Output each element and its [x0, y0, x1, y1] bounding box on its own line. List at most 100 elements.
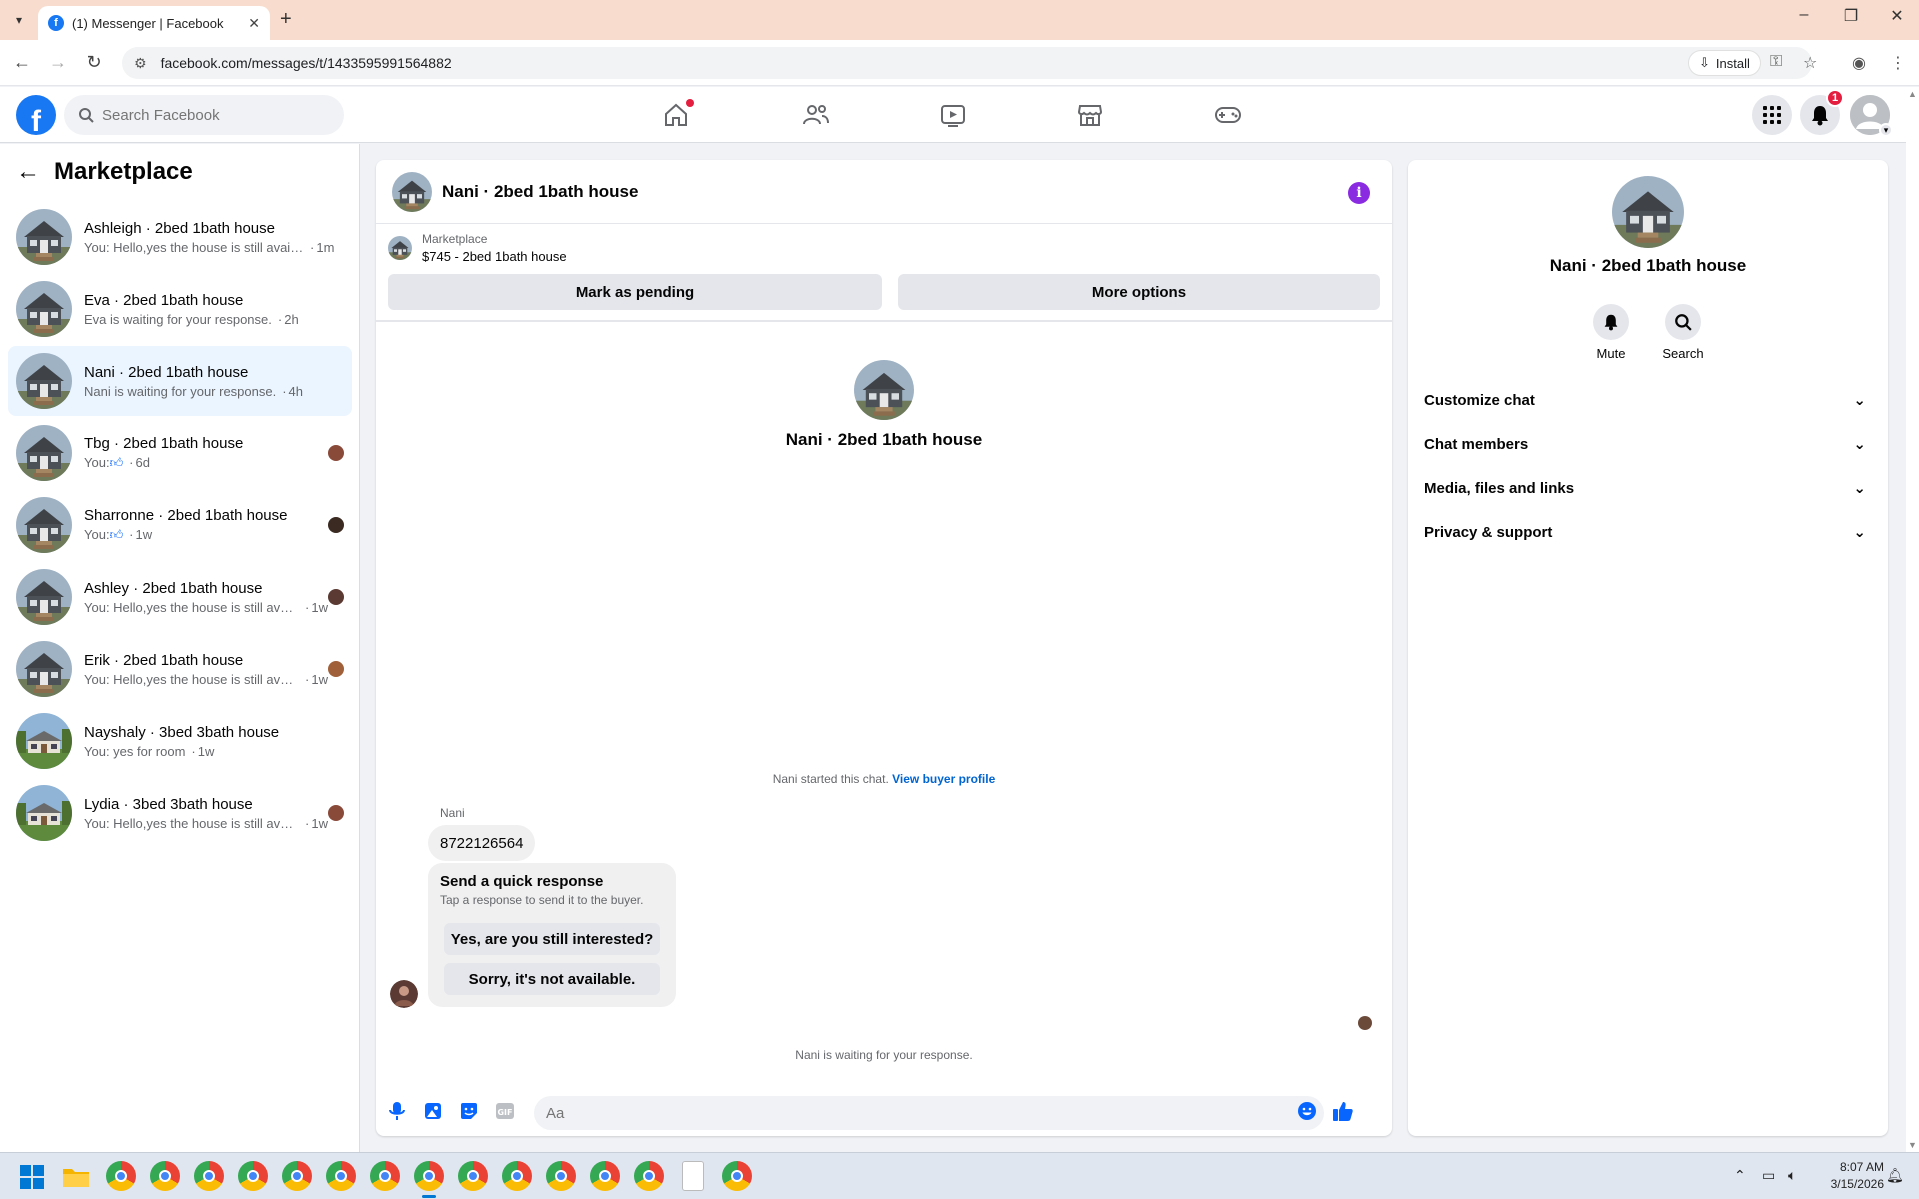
view-buyer-profile-link[interactable]: View buyer profile — [892, 772, 995, 786]
sender-avatar[interactable] — [390, 980, 418, 1008]
taskbar-app-chrome-icon[interactable] — [722, 1161, 752, 1191]
mark-as-pending-button[interactable]: Mark as pending — [388, 274, 882, 310]
emoji-icon[interactable] — [1296, 1100, 1318, 1122]
attach-photo-icon[interactable] — [422, 1100, 444, 1122]
video-nav-icon[interactable] — [933, 99, 973, 131]
new-tab-plus-icon[interactable]: + — [280, 8, 292, 31]
quick-response-not-available-button[interactable]: Sorry, it's not available. — [444, 963, 660, 995]
facebook-header: f 1 ▾ — [0, 87, 1906, 143]
message-input[interactable] — [534, 1096, 1324, 1130]
quick-response-interested-button[interactable]: Yes, are you still interested? — [444, 923, 660, 955]
taskbar-app-chrome-icon[interactable] — [194, 1161, 224, 1191]
facebook-search-box[interactable] — [64, 95, 344, 135]
restore-icon[interactable]: ❐ — [1831, 6, 1871, 26]
browser-menu-icon[interactable]: ⋮ — [1890, 53, 1906, 73]
clock-time: 8:07 AM — [1839, 1160, 1884, 1174]
search-conversation-action[interactable]: Search — [1648, 304, 1718, 361]
privacy-support-section[interactable]: Privacy & support ⌄ — [1424, 512, 1872, 552]
taskbar-app-chrome-icon[interactable] — [370, 1161, 400, 1191]
conversation-item[interactable]: Lydia · 3bed 3bath house You: Hello,yes t… — [8, 778, 352, 848]
taskbar-app-chrome-icon[interactable] — [414, 1161, 444, 1198]
forward-arrow-icon[interactable]: → — [46, 52, 70, 73]
customize-chat-section[interactable]: Customize chat ⌄ — [1424, 380, 1872, 420]
sidebar-header: ← Marketplace — [16, 158, 193, 186]
seen-avatar — [328, 589, 344, 605]
network-icon[interactable]: ▭ — [1762, 1167, 1775, 1184]
facebook-favicon-icon: f — [48, 15, 64, 31]
conversation-preview: You: yes for room — [84, 743, 186, 759]
taskbar-app-chrome-icon[interactable] — [282, 1161, 312, 1191]
marketplace-nav-icon[interactable] — [1070, 99, 1110, 131]
url-omnibox[interactable]: ⚙ facebook.com/messages/t/14335959915648… — [122, 47, 1812, 79]
conversation-item[interactable]: Eva · 2bed 1bath house Eva is waiting for… — [8, 274, 352, 344]
friends-nav-icon[interactable] — [796, 99, 836, 131]
conversation-item[interactable]: Ashley · 2bed 1bath house You: Hello,yes … — [8, 562, 352, 632]
gif-icon[interactable]: GIF — [494, 1100, 516, 1122]
system-clock[interactable]: 8:07 AM 3/15/2026 — [1822, 1159, 1884, 1193]
conversation-info-icon[interactable]: i — [1348, 182, 1370, 204]
taskbar-app-chrome-icon[interactable] — [546, 1161, 576, 1191]
taskbar-app-chrome-icon[interactable] — [458, 1161, 488, 1191]
facebook-search-input[interactable] — [102, 106, 322, 124]
seen-avatar — [328, 661, 344, 677]
browser-tab-messenger[interactable]: f (1) Messenger | Facebook ✕ — [38, 6, 270, 40]
conversation-name: Ashley · 2bed 1bath house — [84, 579, 263, 597]
notification-center-icon[interactable]: 🔔︎ — [1886, 1167, 1904, 1184]
gaming-nav-icon[interactable] — [1208, 99, 1248, 131]
thumbs-up-icon[interactable] — [1332, 1100, 1354, 1122]
close-window-icon[interactable]: ✕ — [1877, 6, 1917, 26]
scroll-down-icon[interactable]: ▼ — [1908, 1140, 1917, 1150]
taskbar-app-chrome-icon[interactable] — [326, 1161, 356, 1191]
conversation-item[interactable]: Tbg · 2bed 1bath house You: 👍︎ · 6d — [8, 418, 352, 488]
taskbar-app-chrome-icon[interactable] — [634, 1161, 664, 1191]
back-arrow-icon[interactable]: ← — [10, 52, 34, 73]
conversation-item[interactable]: Sharronne · 2bed 1bath house You: 👍︎ · 1w — [8, 490, 352, 560]
more-options-button[interactable]: More options — [898, 274, 1380, 310]
site-settings-icon[interactable]: ⚙ — [134, 55, 147, 72]
conversation-item[interactable]: Ashleigh · 2bed 1bath house You: Hello,ye… — [8, 202, 352, 272]
taskbar-app-chrome-icon[interactable] — [238, 1161, 268, 1191]
chat-members-section[interactable]: Chat members ⌄ — [1424, 424, 1872, 464]
tab-search-chevron-icon[interactable]: ▾ — [8, 9, 30, 31]
taskbar-app-chrome-icon[interactable] — [106, 1161, 136, 1191]
file-explorer-icon[interactable] — [62, 1165, 90, 1194]
info-thumbnail[interactable] — [1612, 176, 1684, 248]
tab-title: (1) Messenger | Facebook — [72, 15, 224, 31]
conversation-item[interactable]: Erik · 2bed 1bath house You: Hello,yes th… — [8, 634, 352, 704]
install-app-button[interactable]: ⇩ Install — [1688, 50, 1761, 76]
chat-title[interactable]: Nani · 2bed 1bath house — [442, 182, 638, 202]
windows-start-icon[interactable] — [20, 1165, 44, 1194]
bookmark-star-icon[interactable]: ☆ — [1803, 53, 1817, 73]
sticker-icon[interactable] — [458, 1100, 480, 1122]
mute-action[interactable]: Mute — [1576, 304, 1646, 361]
chat-header-thumbnail[interactable] — [392, 172, 432, 212]
taskbar-app-chrome-icon[interactable] — [590, 1161, 620, 1191]
taskbar-app-chrome-icon[interactable] — [502, 1161, 532, 1191]
conversation-thumbnail — [16, 209, 72, 265]
incoming-message-bubble[interactable]: 8722126564 — [428, 825, 536, 861]
microphone-icon[interactable] — [386, 1100, 408, 1122]
taskbar-app-chrome-icon[interactable] — [150, 1161, 180, 1191]
reload-icon[interactable]: ↻ — [82, 52, 106, 73]
home-nav-icon[interactable] — [656, 99, 696, 131]
browser-tab-bar: ▾ f (1) Messenger | Facebook ✕ + – ❐ ✕ — [0, 0, 1919, 40]
media-files-links-section[interactable]: Media, files and links ⌄ — [1424, 468, 1872, 508]
conversation-preview: You: Hello,yes the house is still avai..… — [84, 599, 300, 615]
minimize-icon[interactable]: – — [1784, 6, 1824, 24]
menu-grid-button[interactable] — [1752, 95, 1792, 135]
volume-icon[interactable]: 🔈︎ — [1788, 1167, 1796, 1184]
seen-avatar — [328, 517, 344, 533]
back-arrow-icon[interactable]: ← — [16, 158, 40, 186]
close-tab-icon[interactable]: ✕ — [248, 15, 260, 32]
conversation-item[interactable]: Nayshaly · 3bed 3bath house You: yes for … — [8, 706, 352, 776]
facebook-logo-icon[interactable]: f — [16, 95, 56, 135]
page-scrollbar[interactable]: ▲ ▼ — [1906, 87, 1919, 1152]
tray-overflow-icon[interactable]: ⌃ — [1734, 1167, 1746, 1184]
profile-icon[interactable]: ◉ — [1852, 53, 1866, 73]
conversation-item[interactable]: Nani · 2bed 1bath house Nani is waiting f… — [8, 346, 352, 416]
scroll-up-icon[interactable]: ▲ — [1908, 89, 1917, 99]
taskbar-app-document-icon[interactable] — [682, 1161, 704, 1191]
listing-summary[interactable]: Marketplace $745 - 2bed 1bath house — [388, 232, 567, 264]
account-chevron-icon[interactable]: ▾ — [1879, 123, 1893, 137]
password-key-icon[interactable]: ⚿ — [1770, 53, 1782, 71]
